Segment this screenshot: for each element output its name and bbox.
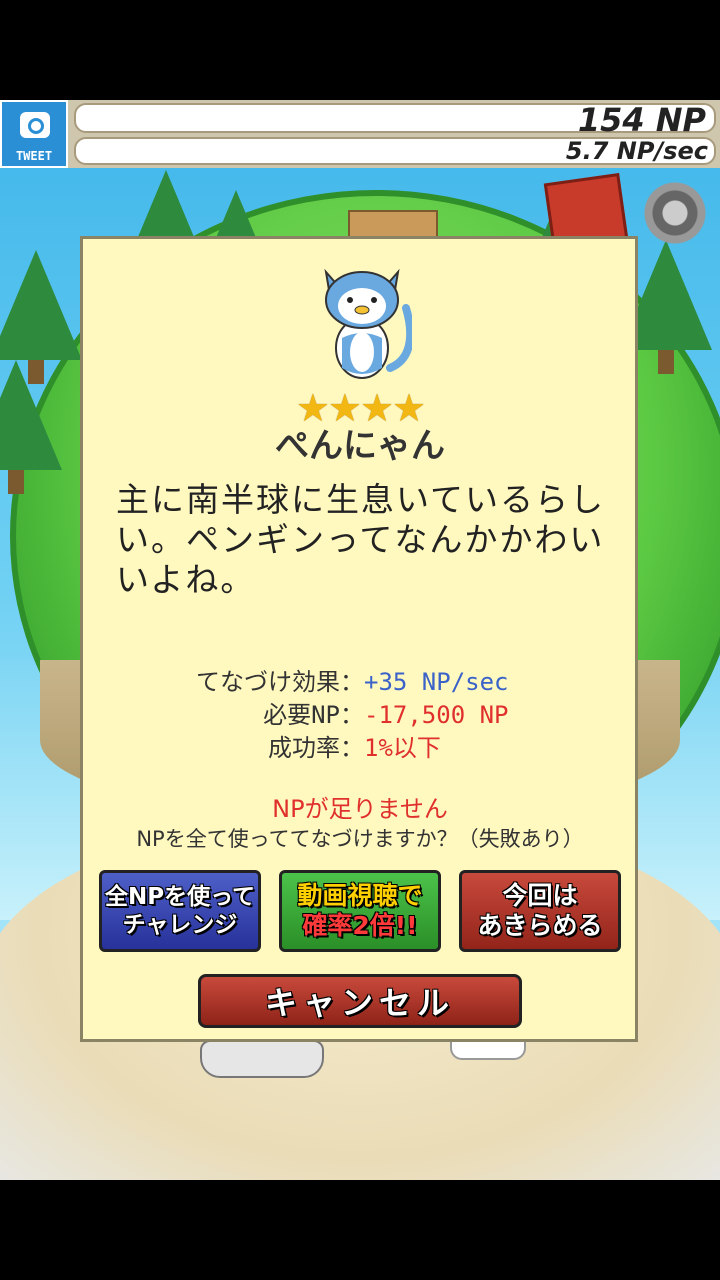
- stat-separator: ：: [340, 734, 364, 762]
- np-value: 154 NP: [577, 101, 706, 139]
- stat-separator: ：: [340, 668, 364, 696]
- tweet-button[interactable]: TWEET: [0, 100, 68, 168]
- tweet-label: TWEET: [15, 149, 53, 163]
- cat-sprite[interactable]: [200, 1040, 324, 1078]
- character-name: ぺんにゃん: [275, 426, 445, 466]
- watch-video-button[interactable]: 動画視聴で 確率2倍!!: [279, 870, 441, 952]
- stat-separator: ：: [340, 701, 364, 729]
- stat-value: 1%以下: [364, 734, 441, 762]
- cat-icon: [324, 268, 412, 379]
- navigation-bar: [0, 1180, 720, 1280]
- cancel-button[interactable]: キャンセル: [198, 974, 522, 1028]
- stat-value: -17,500 NP: [364, 701, 509, 729]
- stat-row-cost: 必要NP ： -17,500 NP: [120, 699, 600, 732]
- challenge-button[interactable]: 全NPを使って チャレンジ: [99, 870, 261, 952]
- stat-label: 必要NP: [263, 701, 340, 729]
- cat-sprite[interactable]: [450, 1040, 526, 1060]
- confirm-text: NPを全て使っててなづけますか？（失敗あり）: [136, 827, 584, 851]
- video-label-2: 確率2倍!!: [302, 911, 418, 940]
- stat-row-success: 成功率 ： 1%以下: [120, 732, 600, 765]
- giveup-label-2: あきらめる: [477, 911, 603, 940]
- video-label-1: 動画視聴で: [297, 881, 423, 910]
- status-bar: [0, 0, 720, 100]
- giveup-label-1: 今回は: [502, 881, 578, 910]
- np-display: 154 NP: [74, 101, 716, 139]
- challenge-label-2: チャレンジ: [122, 912, 238, 938]
- np-rate: 5.7 NP/sec: [565, 137, 708, 165]
- tree: [0, 250, 82, 384]
- stat-label: 成功率: [268, 734, 340, 762]
- stat-row-effect: てなづけ効果 ： +35 NP/sec: [120, 666, 600, 699]
- gear-icon[interactable]: [640, 178, 710, 248]
- stat-label: てなづけ効果: [196, 668, 340, 696]
- camera-icon: [20, 112, 50, 138]
- character-description: 主に南半球に生息いているらしい。ペンギンってなんかかわいいよね。: [116, 480, 606, 599]
- challenge-label-1: 全NPを使って: [105, 884, 255, 910]
- np-rate-display: 5.7 NP/sec: [74, 137, 716, 165]
- insufficient-np-warning: NPが足りません: [272, 795, 448, 823]
- stats-table: てなづけ効果 ： +35 NP/sec 必要NP ： -17,500 NP 成功…: [120, 666, 600, 765]
- stat-value: +35 NP/sec: [364, 668, 509, 696]
- give-up-button[interactable]: 今回は あきらめる: [459, 870, 621, 952]
